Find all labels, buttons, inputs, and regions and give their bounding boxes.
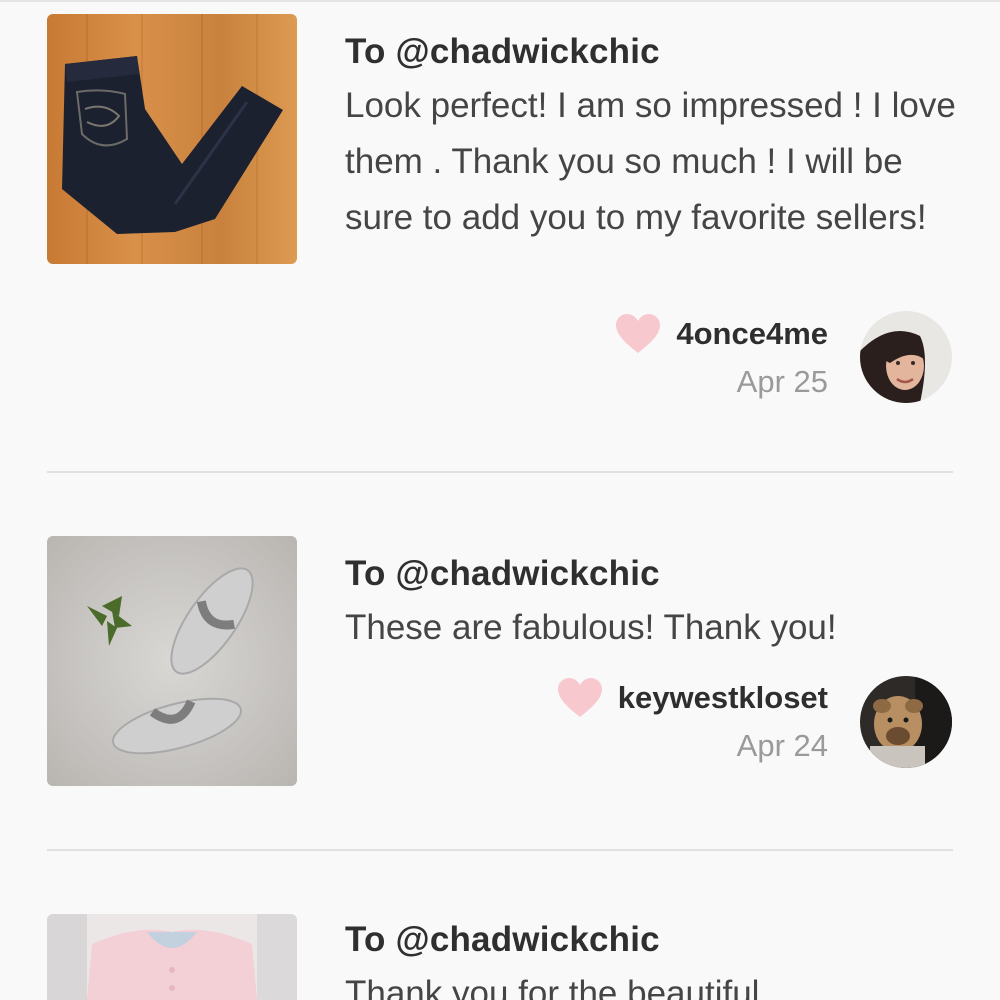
divider [47, 471, 953, 473]
recipient-line: To @chadwickchic [345, 920, 660, 959]
listing-thumbnail[interactable] [47, 914, 297, 1000]
divider [47, 849, 953, 851]
heart-icon[interactable] [614, 313, 662, 355]
sandals-photo [47, 536, 297, 786]
review-message: Look perfect! I am so impressed ! I love… [345, 86, 956, 237]
review-card: To @chadwickchic Thank you for the beaut… [0, 914, 1000, 1000]
author-row: 4once4me [614, 312, 828, 356]
love-notes-feed: To @chadwickchic Look perfect! I am so i… [0, 0, 1000, 1000]
listing-thumbnail[interactable] [47, 536, 297, 786]
review-date: Apr 24 [736, 728, 828, 763]
review-card: To @chadwickchic These are fabulous! Tha… [0, 536, 1000, 786]
review-card: To @chadwickchic Look perfect! I am so i… [0, 14, 1000, 414]
author-row: keywestkloset [556, 676, 828, 720]
recipient-line: To @chadwickchic [345, 32, 660, 71]
dog-avatar-image [860, 676, 952, 768]
recipient-line: To @chadwickchic [345, 554, 660, 593]
listing-thumbnail[interactable] [47, 14, 297, 264]
woman-avatar-image [860, 311, 952, 403]
author-username[interactable]: keywestkloset [618, 680, 828, 716]
review-message: Thank you for the beautiful [345, 974, 760, 1000]
author-avatar[interactable] [860, 311, 952, 403]
review-date: Apr 25 [736, 364, 828, 399]
author-avatar[interactable] [860, 676, 952, 768]
heart-icon[interactable] [556, 677, 604, 719]
jeans-photo [47, 14, 297, 264]
cardigan-photo [47, 914, 297, 1000]
review-message: These are fabulous! Thank you! [345, 608, 837, 647]
author-username[interactable]: 4once4me [676, 316, 828, 352]
